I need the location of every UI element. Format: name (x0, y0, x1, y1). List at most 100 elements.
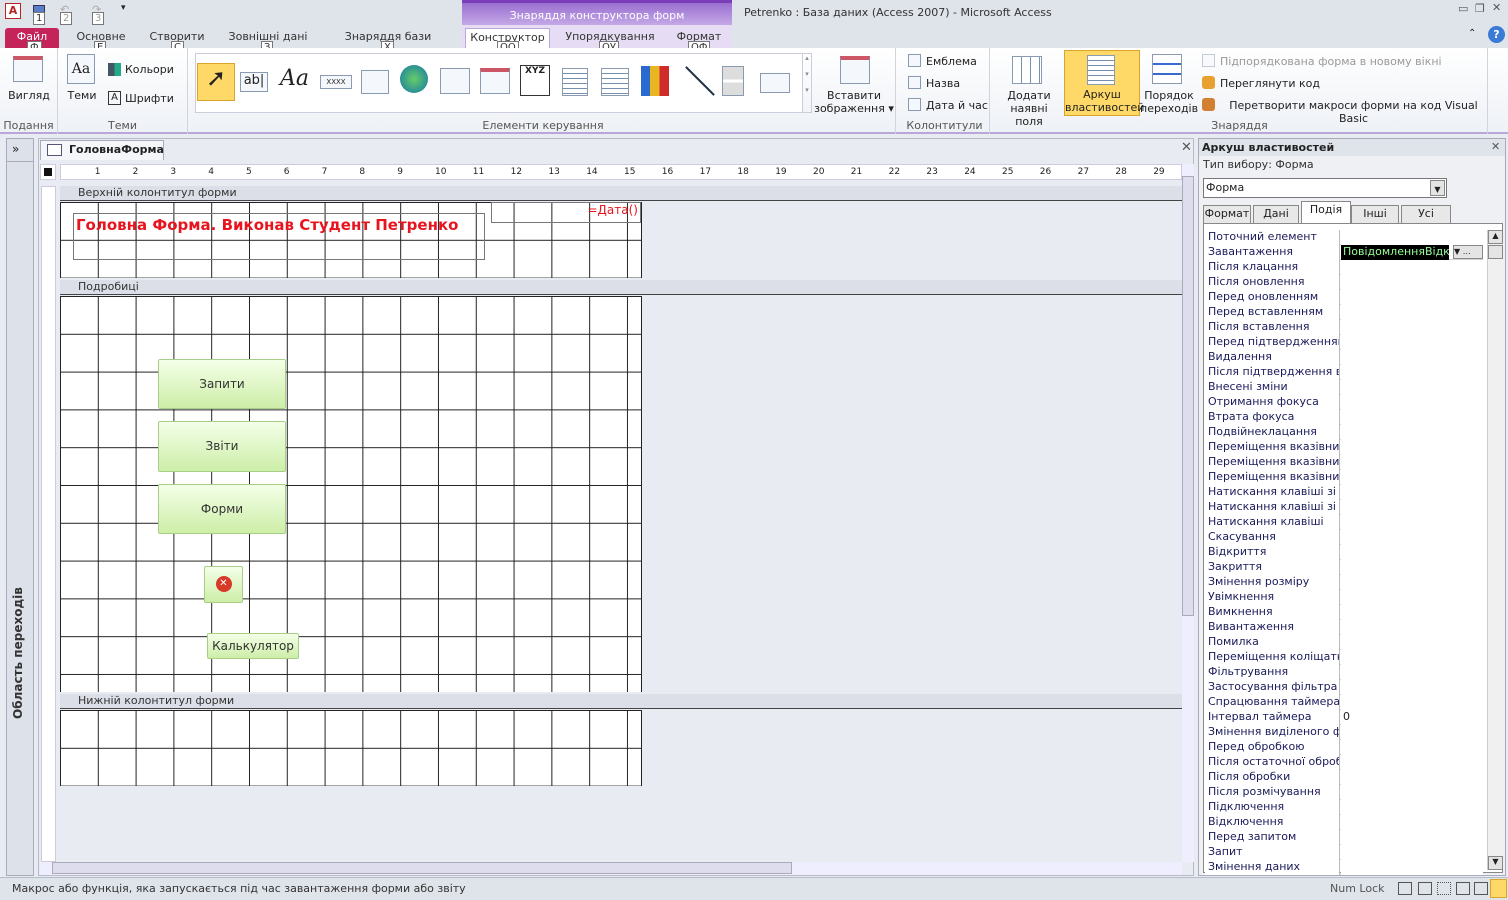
property-row[interactable]: Увімкнення (1205, 590, 1483, 605)
property-value[interactable] (1341, 410, 1483, 425)
tab-order-button[interactable]: Порядок переходів (1140, 89, 1198, 115)
hyperlink-icon[interactable] (400, 65, 428, 93)
property-value[interactable]: ПовідомленняВідкр (1341, 245, 1449, 260)
property-value[interactable] (1341, 545, 1483, 560)
customize-qat-icon[interactable]: ▾ (121, 3, 126, 13)
property-row[interactable]: Після розмічування (1205, 785, 1483, 800)
form-footer-bar[interactable]: Нижній колонтитул форми (60, 694, 1182, 709)
property-tab-0[interactable]: Формат (1203, 205, 1251, 223)
property-row[interactable]: Скасування (1205, 530, 1483, 545)
chart-icon[interactable] (641, 66, 669, 96)
property-value[interactable] (1341, 395, 1483, 410)
expand-nav-icon[interactable]: » (12, 142, 19, 156)
property-value[interactable] (1341, 740, 1483, 755)
datasheet-view-icon[interactable] (1418, 882, 1432, 895)
help-icon[interactable]: ? (1488, 26, 1505, 43)
property-value[interactable] (1341, 695, 1483, 710)
themes-button[interactable]: Теми (62, 89, 102, 102)
web-browser-icon[interactable] (440, 68, 470, 94)
property-tab-1[interactable]: Дані (1253, 205, 1299, 223)
property-value[interactable] (1341, 335, 1483, 350)
builder-button[interactable]: ▼ … (1453, 245, 1483, 259)
queries-button[interactable]: Запити (158, 359, 286, 409)
property-row[interactable]: Натискання клавіші (1205, 515, 1483, 530)
title-button[interactable]: Назва (926, 77, 960, 90)
property-value[interactable] (1341, 770, 1483, 785)
property-value[interactable] (1341, 605, 1483, 620)
property-value[interactable] (1341, 380, 1483, 395)
property-row[interactable]: Закриття (1205, 560, 1483, 575)
property-value[interactable] (1341, 230, 1483, 245)
view-code-button[interactable]: Переглянути код (1220, 77, 1320, 90)
label-control-icon[interactable]: Aa (280, 66, 309, 91)
toggle-button-icon[interactable] (722, 66, 744, 96)
property-tab-2[interactable]: Подія (1301, 201, 1351, 224)
close-form-icon[interactable]: ✕ (1181, 140, 1192, 155)
property-value[interactable] (1341, 560, 1483, 575)
property-row[interactable]: Внесені зміни (1205, 380, 1483, 395)
property-row[interactable]: Перед запитом (1205, 830, 1483, 845)
property-value[interactable] (1341, 500, 1483, 515)
subform-button[interactable]: Підпорядкована форма в новому вікні (1220, 55, 1442, 68)
property-row[interactable]: Застосування фільтра (1205, 680, 1483, 695)
button-control-icon[interactable]: XXXX (320, 75, 352, 89)
property-value[interactable] (1341, 815, 1483, 830)
property-value[interactable] (1341, 755, 1483, 770)
property-row[interactable]: Перед підтвердженням (1205, 335, 1483, 350)
property-row[interactable]: Переміщення коліщатка (1205, 650, 1483, 665)
minimize-ribbon-icon[interactable]: ⌃ (1468, 28, 1476, 39)
property-value[interactable] (1341, 350, 1483, 365)
pivot-table-icon[interactable] (1437, 882, 1451, 895)
selection-dropdown[interactable]: Форма ▼ (1203, 178, 1447, 198)
property-value[interactable] (1341, 440, 1483, 455)
fonts-button[interactable]: Шрифти (125, 92, 174, 105)
property-value[interactable] (1341, 455, 1483, 470)
property-row[interactable]: Змінення даних (1205, 860, 1483, 875)
property-value[interactable] (1341, 785, 1483, 800)
property-row[interactable]: Після остаточної оброб (1205, 755, 1483, 770)
list-box-icon[interactable] (760, 73, 790, 93)
property-scrollbar[interactable]: ▲ ▼ (1487, 230, 1503, 870)
property-row[interactable]: Після обробки (1205, 770, 1483, 785)
property-value[interactable] (1341, 530, 1483, 545)
property-row[interactable]: Підключення (1205, 800, 1483, 815)
design-view-icon[interactable] (1490, 879, 1507, 898)
property-row[interactable]: Подвійнеклацання (1205, 425, 1483, 440)
property-value[interactable] (1341, 860, 1483, 875)
property-value[interactable]: 0 (1341, 710, 1483, 725)
property-value[interactable] (1341, 425, 1483, 440)
property-row[interactable]: Вимкнення (1205, 605, 1483, 620)
property-value[interactable] (1341, 305, 1483, 320)
property-value[interactable] (1341, 830, 1483, 845)
property-row[interactable]: Фільтрування (1205, 665, 1483, 680)
minimize-icon[interactable]: ▭ (1458, 2, 1468, 15)
property-row[interactable]: Переміщення вказівник (1205, 440, 1483, 455)
property-row[interactable]: Відключення (1205, 815, 1483, 830)
insert-image-button[interactable]: Вставити зображення ▾ (812, 89, 896, 115)
property-row[interactable]: Змінення виділеного фр (1205, 725, 1483, 740)
date-textbox[interactable]: =Дата() (491, 202, 641, 223)
colors-button[interactable]: Кольори (125, 63, 174, 76)
property-value[interactable] (1341, 470, 1483, 485)
property-value[interactable] (1341, 515, 1483, 530)
property-row[interactable]: Видалення (1205, 350, 1483, 365)
property-value[interactable] (1341, 845, 1483, 860)
page-break-icon[interactable] (562, 68, 588, 96)
property-tab-3[interactable]: Інші (1351, 205, 1399, 223)
property-row[interactable]: Інтервал таймера 0 (1205, 710, 1483, 725)
document-tab[interactable]: ГоловнаФорма (40, 140, 164, 160)
layout-view-icon[interactable] (1474, 882, 1488, 895)
property-row[interactable]: Перед оновленням (1205, 290, 1483, 305)
view-button[interactable]: Вигляд (0, 89, 58, 102)
property-row[interactable]: Отримання фокуса (1205, 395, 1483, 410)
textbox-control-icon[interactable]: ab| (240, 72, 268, 92)
property-value[interactable] (1341, 680, 1483, 695)
restore-icon[interactable]: ❐ (1475, 2, 1485, 15)
form-view-icon[interactable] (1398, 882, 1412, 895)
navigation-pane[interactable]: » Область переходів (6, 138, 34, 876)
property-row[interactable]: Відкриття (1205, 545, 1483, 560)
property-value[interactable] (1341, 485, 1483, 500)
property-value[interactable] (1341, 635, 1483, 650)
property-tab-4[interactable]: Усі (1401, 205, 1451, 223)
pivot-chart-icon[interactable] (1456, 882, 1470, 895)
